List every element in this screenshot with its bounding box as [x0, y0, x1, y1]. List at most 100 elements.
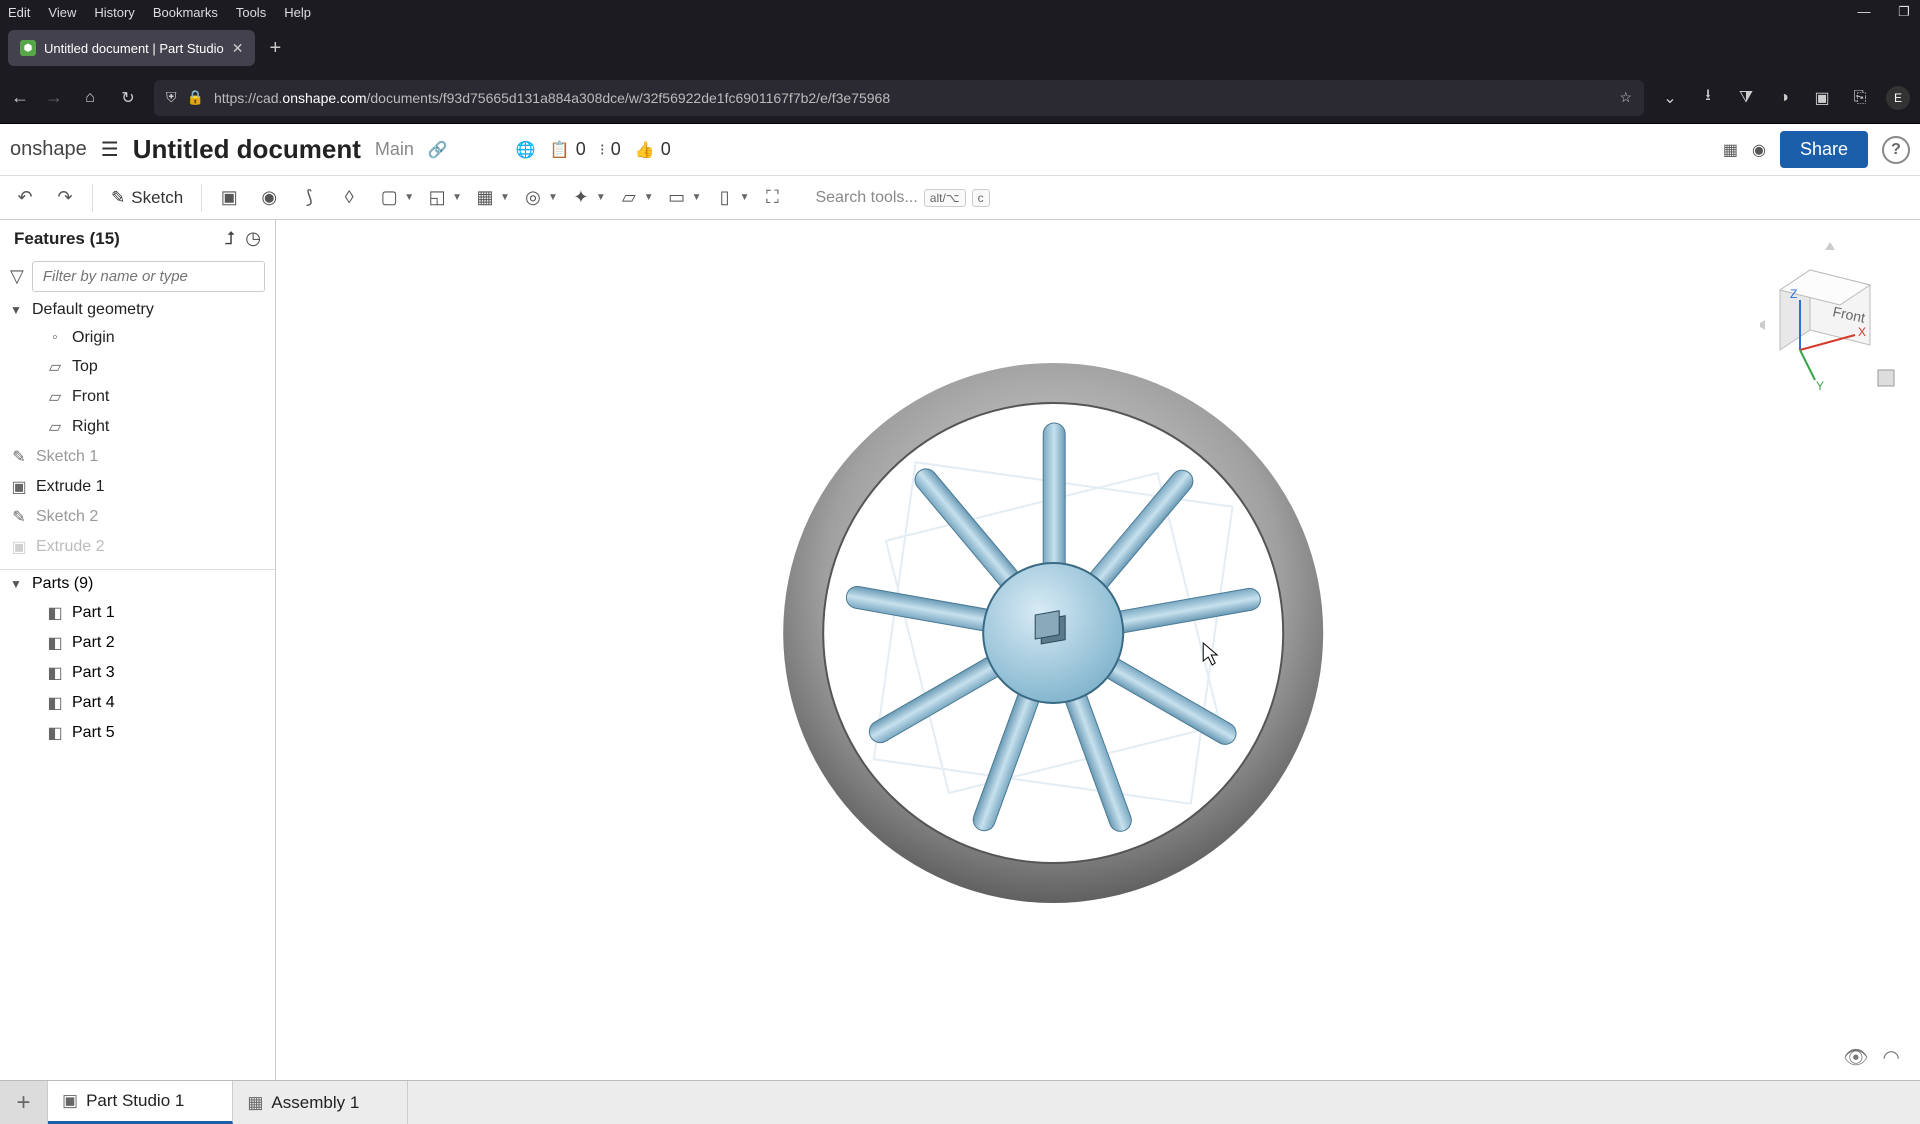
- fit-view-icon[interactable]: [1878, 370, 1894, 386]
- apps-grid-icon[interactable]: ▦: [1723, 140, 1738, 160]
- chevron-down-icon[interactable]: ▼: [740, 192, 750, 203]
- extrude-icon[interactable]: ▣: [212, 181, 246, 215]
- nav-back-button[interactable]: ←: [10, 87, 30, 108]
- rollback-icon[interactable]: ◷: [245, 228, 261, 249]
- units-icon[interactable]: ◠: [1883, 1045, 1900, 1070]
- add-tab-button[interactable]: +: [0, 1081, 48, 1124]
- tree-item-front[interactable]: ▱Front: [0, 382, 275, 412]
- tree-item-origin[interactable]: ◦Origin: [0, 324, 275, 352]
- new-tab-button[interactable]: +: [269, 37, 281, 60]
- selection-icon[interactable]: ⛶: [755, 181, 789, 215]
- plane-icon[interactable]: ▱: [612, 181, 646, 215]
- globe-icon[interactable]: 🌐: [516, 140, 536, 160]
- pencil-icon: ✎: [111, 188, 125, 208]
- reload-button[interactable]: ↻: [116, 86, 140, 110]
- tree-item-sketch1[interactable]: ✎Sketch 1: [0, 442, 275, 472]
- onshape-favicon: ⬢: [20, 40, 36, 56]
- lock-icon: 🔒: [187, 89, 204, 106]
- canvas-3d-viewport[interactable]: Front Z X Y 👁 ◠: [276, 220, 1920, 1080]
- chevron-down-icon[interactable]: ▼: [548, 192, 558, 203]
- tree-item-right[interactable]: ▱Right: [0, 412, 275, 442]
- svg-text:X: X: [1858, 325, 1866, 339]
- document-title[interactable]: Untitled document: [133, 134, 361, 165]
- tree-group-default-geometry[interactable]: ▼ Default geometry: [0, 296, 275, 324]
- downloads-icon[interactable]: ⭳: [1696, 86, 1720, 110]
- assembly-icon: ▦: [247, 1093, 263, 1113]
- pocket-icon[interactable]: ⌄: [1658, 86, 1682, 110]
- nav-forward-button[interactable]: →: [44, 87, 64, 108]
- hide-show-icon[interactable]: 👁: [1843, 1045, 1868, 1070]
- menu-hamburger-icon[interactable]: ☰: [101, 137, 119, 162]
- chevron-down-icon[interactable]: ▼: [500, 192, 510, 203]
- extension-1-icon[interactable]: ◑: [1772, 86, 1796, 110]
- sheetmetal-icon[interactable]: ▭: [660, 181, 694, 215]
- help-button[interactable]: ?: [1882, 136, 1910, 164]
- branch-label[interactable]: Main: [375, 139, 414, 160]
- plane-icon: ▱: [46, 417, 64, 437]
- extension-2-icon[interactable]: ▣: [1810, 86, 1834, 110]
- url-field[interactable]: ⛨ 🔒 https://cad.onshape.com/documents/f9…: [154, 80, 1644, 116]
- tab-part-studio[interactable]: ▣ Part Studio 1: [48, 1081, 233, 1124]
- tree-item-sketch2[interactable]: ✎Sketch 2: [0, 502, 275, 532]
- likes-counter[interactable]: 👍0: [635, 139, 671, 160]
- bookmark-star-icon[interactable]: ☆: [1619, 89, 1632, 106]
- extension-3-icon[interactable]: ⎘: [1848, 86, 1872, 110]
- revolve-icon[interactable]: ◉: [252, 181, 286, 215]
- chevron-down-icon[interactable]: ▼: [404, 192, 414, 203]
- link-icon[interactable]: 🔗: [428, 140, 448, 160]
- search-tools-field[interactable]: Search tools... alt/⌥ c: [807, 185, 997, 211]
- fillet-icon[interactable]: ◱: [420, 181, 454, 215]
- menu-tools[interactable]: Tools: [236, 5, 266, 20]
- boolean-icon[interactable]: ◎: [516, 181, 550, 215]
- onshape-logo[interactable]: onshape: [10, 138, 87, 161]
- profile-avatar[interactable]: E: [1886, 86, 1910, 110]
- extrude-icon: ▣: [10, 537, 28, 557]
- tree-item-part1[interactable]: ◧Part 1: [0, 598, 275, 628]
- menu-view[interactable]: View: [48, 5, 76, 20]
- loft-icon[interactable]: ◊: [332, 181, 366, 215]
- tree-item-top[interactable]: ▱Top: [0, 352, 275, 382]
- pencil-icon: ✎: [10, 447, 28, 467]
- extensions-icon[interactable]: ⧩: [1734, 86, 1758, 110]
- tab-assembly[interactable]: ▦ Assembly 1: [233, 1081, 408, 1124]
- menu-history[interactable]: History: [94, 5, 134, 20]
- transform-icon[interactable]: ✦: [564, 181, 598, 215]
- menu-help[interactable]: Help: [284, 5, 311, 20]
- tree-item-extrude1[interactable]: ▣Extrude 1: [0, 472, 275, 502]
- shield-icon: ⛨: [166, 89, 177, 106]
- filter-icon[interactable]: ▽: [10, 266, 24, 287]
- home-button[interactable]: ⌂: [78, 86, 102, 110]
- tree-item-part4[interactable]: ◧Part 4: [0, 688, 275, 718]
- menu-bookmarks[interactable]: Bookmarks: [153, 5, 218, 20]
- versions-counter[interactable]: ⁝0: [600, 139, 621, 160]
- parts-header-row[interactable]: ▼ Parts (9): [0, 570, 275, 598]
- tree-item-extrude2[interactable]: ▣Extrude 2: [0, 532, 275, 562]
- tree-item-part2[interactable]: ◧Part 2: [0, 628, 275, 658]
- sketch-button[interactable]: ✎ Sketch: [103, 181, 191, 215]
- learning-icon[interactable]: ◉: [1752, 140, 1766, 160]
- sweep-icon[interactable]: ⟆: [292, 181, 326, 215]
- thicken-icon[interactable]: ▢: [372, 181, 406, 215]
- pattern-icon[interactable]: ▦: [468, 181, 502, 215]
- copies-counter[interactable]: 📋0: [550, 139, 586, 160]
- window-restore-button[interactable]: ❐: [1896, 4, 1912, 20]
- add-feature-icon[interactable]: ⮥: [225, 228, 236, 249]
- tab-close-button[interactable]: ✕: [232, 40, 244, 57]
- menu-edit[interactable]: Edit: [8, 5, 30, 20]
- undo-button[interactable]: ↶: [8, 181, 42, 215]
- window-minimize-button[interactable]: —: [1856, 4, 1872, 20]
- origin-icon: ◦: [46, 329, 64, 347]
- features-filter-input[interactable]: [32, 261, 265, 292]
- view-cube[interactable]: Front Z X Y: [1760, 240, 1900, 400]
- tree-item-part5[interactable]: ◧Part 5: [0, 718, 275, 748]
- frame-icon[interactable]: ▯: [708, 181, 742, 215]
- chevron-down-icon[interactable]: ▼: [692, 192, 702, 203]
- browser-tab-active[interactable]: ⬢ Untitled document | Part Studio ✕: [8, 30, 255, 66]
- chevron-down-icon[interactable]: ▼: [452, 192, 462, 203]
- chevron-down-icon[interactable]: ▼: [644, 192, 654, 203]
- tree-item-part3[interactable]: ◧Part 3: [0, 658, 275, 688]
- chevron-down-icon[interactable]: ▼: [596, 192, 606, 203]
- plane-icon: ▱: [46, 387, 64, 407]
- share-button[interactable]: Share: [1780, 131, 1868, 168]
- redo-button[interactable]: ↷: [48, 181, 82, 215]
